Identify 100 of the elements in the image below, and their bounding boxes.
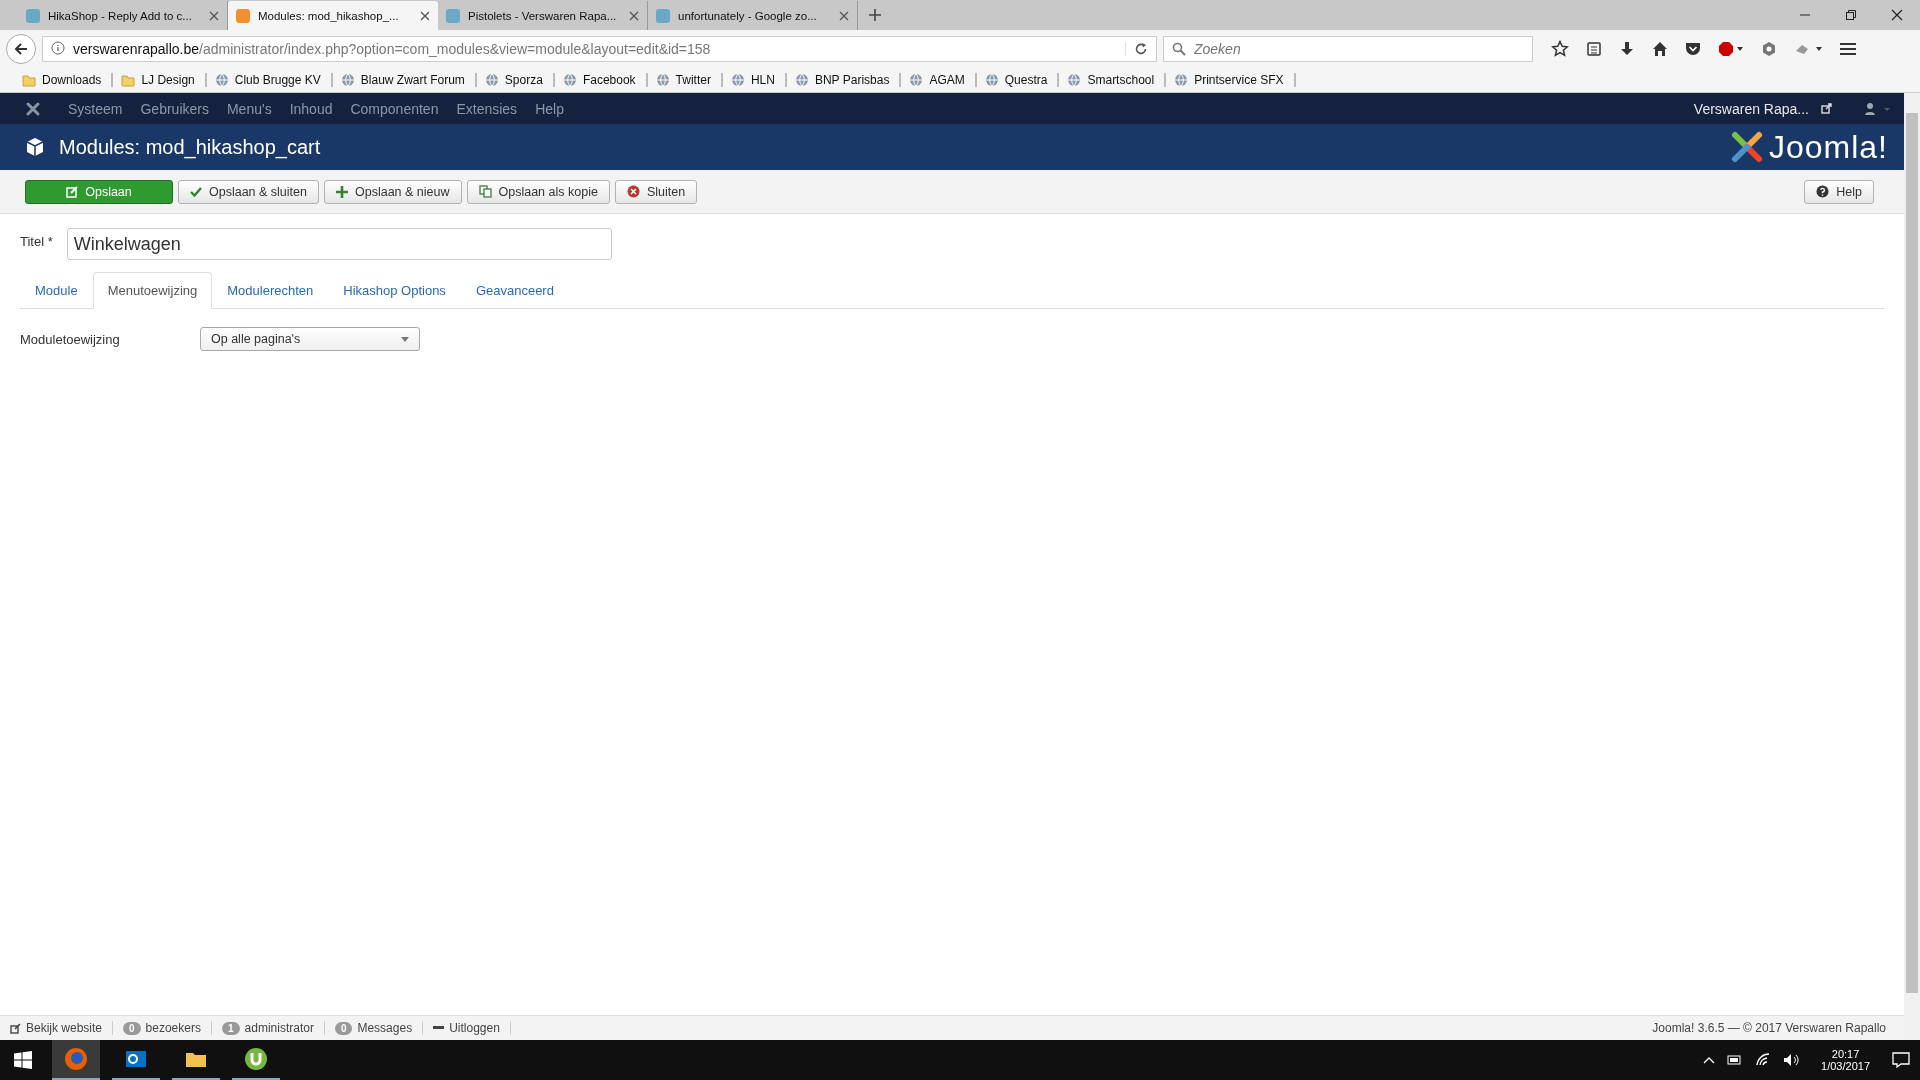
- close-icon[interactable]: [839, 10, 849, 21]
- admin-menu-item[interactable]: Componenten: [344, 100, 445, 117]
- title-field[interactable]: Winkelwagen: [66, 228, 612, 260]
- favicon-icon: [26, 8, 40, 23]
- admin-menu-item[interactable]: Help: [529, 100, 570, 117]
- globe-icon: [214, 73, 229, 87]
- download-icon[interactable]: [1619, 41, 1635, 57]
- dropdown-field[interactable]: Op alle pagina's: [200, 327, 420, 351]
- plus-icon: [336, 185, 348, 198]
- toolbar-button[interactable]: Sluiten: [614, 179, 698, 204]
- home-icon[interactable]: [1652, 41, 1668, 57]
- bookmark-item[interactable]: LJ Design: [113, 73, 207, 87]
- field-label: Titel *: [20, 234, 53, 249]
- browser-tab[interactable]: Modules: mod_hikashop_...: [228, 1, 438, 30]
- bookmark-item[interactable]: Questra: [976, 73, 1060, 87]
- globe-icon: [909, 73, 924, 87]
- bookmark-item[interactable]: HLN: [722, 73, 787, 87]
- globe-icon: [984, 73, 999, 87]
- bookmark-item[interactable]: Twitter: [647, 73, 723, 87]
- address-field[interactable]: verswarenrapallo.be/administrator/index.php?option=com_modules&view=module&layout=edit&id=158: [42, 36, 1157, 62]
- close-icon[interactable]: [629, 10, 639, 21]
- admin-menu-item[interactable]: Gebruikers: [134, 100, 215, 117]
- tray-chevron-icon[interactable]: [1703, 1056, 1716, 1064]
- toolbar-button[interactable]: Opslaan & nieuw: [324, 179, 462, 204]
- globe-icon: [1174, 73, 1189, 87]
- bookmark-item[interactable]: BNP Parisbas: [786, 73, 902, 87]
- bookmark-item[interactable]: Printservice SFX: [1166, 73, 1296, 87]
- toolbar-button[interactable]: Opslaan & sluiten: [178, 179, 319, 204]
- speaker-icon[interactable]: [1783, 1053, 1800, 1067]
- globe-icon: [730, 73, 745, 87]
- menu-icon[interactable]: [1839, 41, 1857, 57]
- count-badge: 0: [123, 1021, 141, 1035]
- form-tab[interactable]: Hikashop Options: [328, 272, 461, 309]
- form-tab[interactable]: Modulerechten: [212, 272, 329, 309]
- globe-icon: [484, 73, 499, 87]
- back-button[interactable]: [6, 34, 36, 64]
- battery-icon[interactable]: [1727, 1055, 1744, 1065]
- toolbar-button[interactable]: Opslaan: [25, 179, 173, 204]
- star-icon[interactable]: [1551, 40, 1569, 58]
- count-badge: 1: [221, 1021, 240, 1035]
- external-link-icon: [10, 1022, 21, 1034]
- search-icon: [1172, 42, 1186, 56]
- status-link[interactable]: bezoekers: [145, 1021, 201, 1035]
- status-link[interactable]: Bekijk website: [26, 1021, 103, 1035]
- edit-icon: [66, 185, 79, 198]
- folder-icon: [22, 73, 36, 87]
- toolbar-button[interactable]: Opslaan als kopie: [466, 179, 610, 204]
- favicon-icon: [236, 8, 250, 23]
- admin-menu-item[interactable]: Menu's: [220, 100, 278, 117]
- folder-icon: [121, 73, 136, 87]
- form-tab[interactable]: Module: [20, 272, 93, 309]
- bookmark-item[interactable]: AGAM: [901, 73, 977, 87]
- logout-link[interactable]: Uitloggen: [449, 1021, 500, 1035]
- check-icon: [190, 185, 202, 198]
- favicon-icon: [446, 8, 460, 23]
- page-title: Modules: mod_hikashop_cart: [59, 135, 321, 159]
- admin-menu-item[interactable]: Extensies: [450, 100, 524, 117]
- status-link[interactable]: administrator: [244, 1021, 314, 1035]
- bookmark-item[interactable]: Blauw Zwart Forum: [332, 73, 477, 87]
- minus-icon: [433, 1026, 445, 1030]
- site-link[interactable]: Verswaren Rapa...: [1687, 100, 1815, 117]
- close-icon[interactable]: [420, 10, 430, 21]
- globe-icon: [655, 73, 670, 87]
- wifi-icon[interactable]: [1755, 1053, 1772, 1067]
- bookmark-item[interactable]: Club Brugge KV: [206, 73, 333, 87]
- windows-start-icon[interactable]: [14, 1051, 32, 1069]
- user-icon[interactable]: [1864, 101, 1892, 116]
- notification-icon[interactable]: [1892, 1052, 1910, 1068]
- question-icon: [1816, 185, 1830, 198]
- field-label: Moduletoewijzing: [20, 331, 121, 347]
- admin-menu-item[interactable]: Systeem: [62, 100, 129, 117]
- caret-icon: [401, 336, 409, 342]
- pocket-icon[interactable]: [1685, 41, 1701, 57]
- bookmark-item[interactable]: Facebook: [554, 73, 648, 87]
- bookmark-item[interactable]: Downloads: [14, 73, 114, 87]
- back-arrow-icon: [13, 41, 29, 57]
- info-icon[interactable]: [51, 40, 65, 58]
- count-badge: 0: [334, 1021, 353, 1035]
- form-tab[interactable]: Menutoewijzing: [92, 272, 213, 309]
- status-link[interactable]: Messages: [357, 1021, 413, 1035]
- joomla-logo-drawing: Joomla!: [1726, 127, 1888, 167]
- globe-icon: [1067, 73, 1082, 87]
- external-link-icon[interactable]: [1821, 103, 1832, 114]
- search-field[interactable]: Zoeken: [1163, 36, 1533, 62]
- globe-icon: [340, 73, 355, 87]
- bookmark-item[interactable]: Smartschool: [1059, 73, 1167, 87]
- copy-icon: [478, 185, 492, 198]
- bookmark-item[interactable]: Sporza: [476, 73, 555, 87]
- globe-icon: [562, 73, 577, 87]
- form-tab[interactable]: Geavanceerd: [460, 272, 569, 309]
- globe-icon: [794, 73, 809, 87]
- help-button[interactable]: Help: [1804, 179, 1874, 204]
- close-icon[interactable]: [209, 10, 219, 21]
- reading-list-icon[interactable]: [1586, 41, 1602, 57]
- close-icon: [626, 185, 640, 198]
- scrollbar[interactable]: [1904, 93, 1920, 1040]
- clock[interactable]: 20:17 1/03/2017: [1811, 1048, 1880, 1072]
- reload-icon[interactable]: [1125, 42, 1148, 56]
- admin-menu-item[interactable]: Inhoud: [283, 100, 339, 117]
- version-text: Joomla! 3.6.5 — © 2017 Verswaren Rapallo: [1652, 1021, 1887, 1035]
